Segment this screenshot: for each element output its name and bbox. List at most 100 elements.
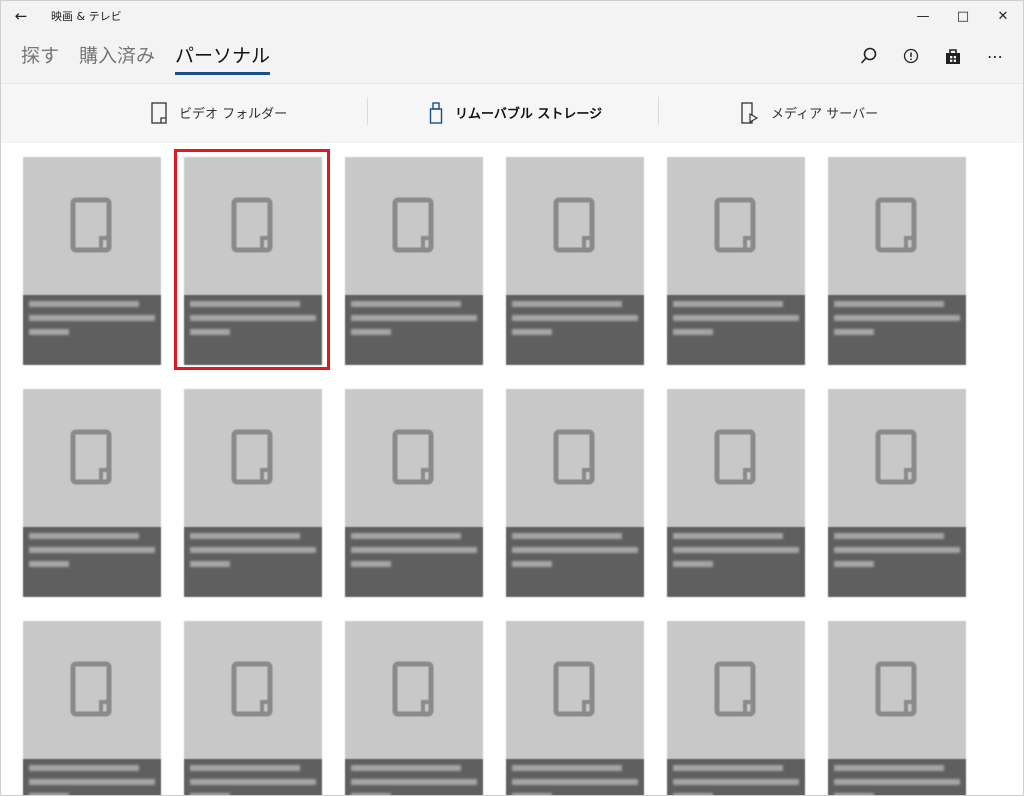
caption-text-blurred [834,547,960,553]
caption-text-blurred [351,301,461,307]
window-controls: — □ ✕ [903,1,1023,31]
video-tile[interactable] [667,389,805,597]
nav-tabs: 探す 購入済み パーソナル [21,41,271,75]
caption-text-blurred [834,329,874,335]
selection-highlight [174,149,330,370]
caption-text-blurred [29,779,155,785]
tab-explore[interactable]: 探す [21,41,59,73]
caption-text-blurred [190,561,230,567]
caption-text-blurred [512,315,638,321]
divider [658,97,659,125]
video-tile[interactable] [184,621,322,795]
tab-personal[interactable]: パーソナル [175,41,271,75]
video-tile[interactable] [184,389,322,597]
scrollbar[interactable] [1009,143,1023,795]
nav-icons: ⋯ [857,43,1007,69]
caption-text-blurred [512,547,638,553]
caption-text-blurred [673,329,713,335]
caption-text-blurred [351,315,477,321]
caption-text-blurred [512,779,638,785]
video-file-icon [345,157,483,295]
back-arrow-icon[interactable]: ← [1,1,41,31]
tile-caption [345,759,483,795]
alert-icon[interactable] [899,43,923,69]
video-file-icon [506,157,644,295]
caption-text-blurred [673,779,799,785]
video-file-icon [828,157,966,295]
video-tile[interactable] [345,621,483,795]
caption-text-blurred [834,315,960,321]
tab-purchased[interactable]: 購入済み [79,41,155,73]
caption-text-blurred [834,533,944,539]
source-label: ビデオ フォルダー [179,107,288,122]
app-title: 映画 & テレビ [51,10,122,23]
caption-text-blurred [351,329,391,335]
video-file-icon [345,389,483,527]
video-tile[interactable] [345,389,483,597]
search-icon[interactable] [857,43,881,69]
caption-text-blurred [512,765,622,771]
tile-caption [23,527,161,597]
caption-text-blurred [673,533,783,539]
video-tile[interactable] [345,157,483,365]
divider [367,97,368,125]
caption-text-blurred [190,779,316,785]
tile-caption [184,759,322,795]
caption-text-blurred [29,765,139,771]
caption-text-blurred [351,533,461,539]
video-tile[interactable] [506,157,644,365]
video-file-icon [667,621,805,759]
source-removable-storage[interactable]: リムーバブル ストレージ [429,101,602,124]
caption-text-blurred [351,765,461,771]
caption-text-blurred [512,301,622,307]
tile-caption [345,527,483,597]
caption-text-blurred [351,779,477,785]
video-tile[interactable] [667,621,805,795]
caption-text-blurred [512,533,622,539]
tile-caption [23,295,161,365]
tile-caption [667,759,805,795]
source-bar: ビデオ フォルダー リムーバブル ストレージ メディア サーバー [1,83,1023,141]
caption-text-blurred [673,561,713,567]
video-tile[interactable] [23,157,161,365]
caption-text-blurred [29,547,155,553]
usb-drive-icon [429,101,443,124]
tile-caption [345,295,483,365]
source-video-folder[interactable]: ビデオ フォルダー [151,101,288,124]
close-icon[interactable]: ✕ [983,1,1023,31]
video-file-icon [345,621,483,759]
caption-text-blurred [834,765,944,771]
caption-text-blurred [29,301,139,307]
tile-caption [506,759,644,795]
maximize-icon[interactable]: □ [943,1,983,31]
video-tile[interactable] [23,621,161,795]
video-tile[interactable] [23,389,161,597]
store-bag-icon[interactable] [941,43,965,69]
title-bar: ← 映画 & テレビ — □ ✕ [1,1,1023,31]
video-tile[interactable] [667,157,805,365]
more-options-icon[interactable]: ⋯ [983,43,1007,69]
tile-caption [828,295,966,365]
caption-text-blurred [190,547,316,553]
source-media-server[interactable]: メディア サーバー [741,101,878,124]
caption-text-blurred [351,561,391,567]
video-tile[interactable] [828,621,966,795]
caption-text-blurred [512,561,552,567]
caption-text-blurred [190,765,300,771]
video-tile[interactable] [506,621,644,795]
caption-text-blurred [673,315,799,321]
caption-text-blurred [834,779,960,785]
video-tile[interactable] [828,389,966,597]
caption-text-blurred [673,301,783,307]
media-server-icon [741,101,759,124]
tile-caption [667,295,805,365]
video-tile[interactable] [828,157,966,365]
tile-caption [506,295,644,365]
caption-text-blurred [29,533,139,539]
video-file-icon [184,621,322,759]
minimize-icon[interactable]: — [903,1,943,31]
caption-text-blurred [512,329,552,335]
video-file-icon [23,621,161,759]
caption-text-blurred [29,561,69,567]
video-tile[interactable] [506,389,644,597]
